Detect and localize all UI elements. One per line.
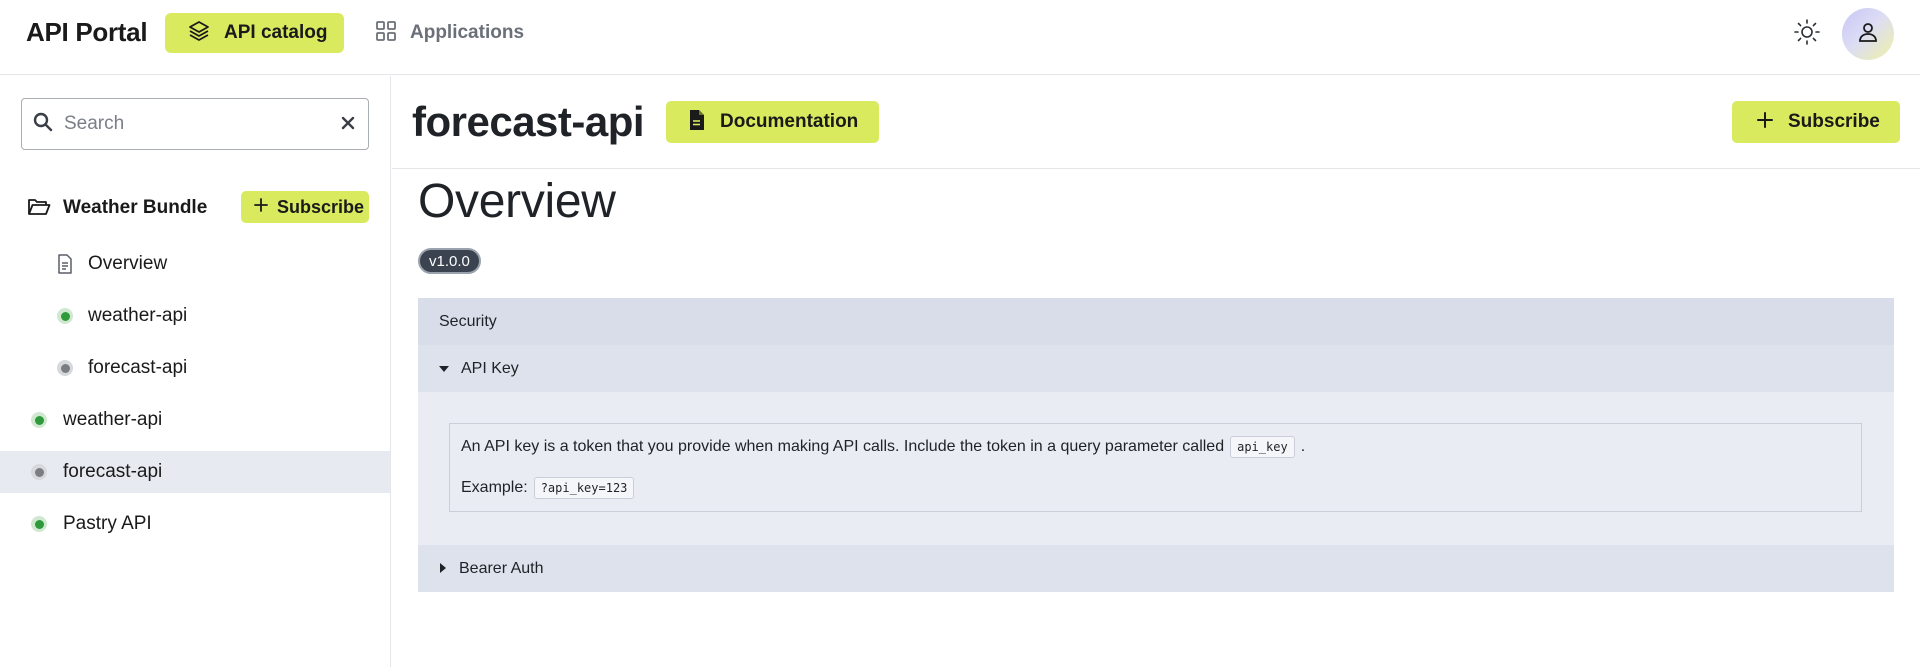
sidebar-item-weather-api[interactable]: weather-api <box>0 399 390 441</box>
search-icon <box>32 111 54 138</box>
api-key-example-line: Example: ?api_key=123 <box>461 477 635 499</box>
api-key-description: An API key is a token that you provide w… <box>461 438 1225 455</box>
subscribe-button[interactable]: Subscribe <box>1732 101 1900 143</box>
security-section: Security API Key An API key is a token t… <box>418 298 1894 592</box>
sidebar-item-forecast-api-child[interactable]: forecast-api <box>0 347 390 389</box>
status-dot-gray <box>57 360 73 376</box>
sun-icon <box>1793 18 1821 51</box>
search-input[interactable] <box>64 113 334 135</box>
status-dot-green <box>31 516 47 532</box>
bundle-name: Weather Bundle <box>63 197 208 218</box>
bearer-auth-accordion-toggle[interactable]: Bearer Auth <box>418 545 1894 592</box>
status-dot-green <box>57 308 73 324</box>
page-title: Overview <box>418 175 616 228</box>
top-navigation-bar: API Portal API catalog Applications <box>0 0 1920 75</box>
api-key-accordion-toggle[interactable]: API Key <box>418 345 1894 392</box>
documentation-label: Documentation <box>720 111 859 132</box>
documentation-button[interactable]: Documentation <box>666 101 879 143</box>
theme-toggle-button[interactable] <box>1790 17 1824 51</box>
sidebar: Weather Bundle Subscribe Overview weathe… <box>0 76 391 667</box>
caret-down-icon <box>439 360 449 378</box>
clear-search-icon[interactable] <box>338 113 358 133</box>
nav-api-catalog[interactable]: API catalog <box>165 13 344 53</box>
sidebar-item-weather-api-child[interactable]: weather-api <box>0 295 390 337</box>
example-label: Example: <box>461 479 528 496</box>
api-key-param-code: api_key <box>1230 436 1295 458</box>
bundle-subscribe-button[interactable]: Subscribe <box>241 191 369 223</box>
nav-applications-label: Applications <box>410 22 525 43</box>
user-avatar-button[interactable] <box>1842 8 1894 60</box>
nav-api-catalog-label: API catalog <box>224 22 328 43</box>
api-key-details: An API key is a token that you provide w… <box>449 423 1862 512</box>
sidebar-item-forecast-api[interactable]: forecast-api <box>0 451 390 493</box>
sidebar-item-label: weather-api <box>63 409 163 430</box>
api-title: forecast-api <box>412 98 645 145</box>
search-box <box>21 98 369 150</box>
example-code: ?api_key=123 <box>533 477 635 499</box>
sidebar-item-label: Overview <box>88 253 168 274</box>
brand-logo-text[interactable]: API Portal <box>26 17 148 48</box>
sidebar-item-overview[interactable]: Overview <box>0 243 390 285</box>
security-header: Security <box>418 298 1894 345</box>
main-content: forecast-api Documentation Subscribe Ove… <box>392 76 1920 667</box>
nav-applications[interactable]: Applications <box>374 13 524 53</box>
status-dot-green <box>31 412 47 428</box>
grid-icon <box>374 19 398 48</box>
folder-open-icon <box>27 196 51 223</box>
subscribe-label: Subscribe <box>1788 111 1880 132</box>
user-icon <box>1856 20 1880 49</box>
status-dot-gray <box>31 464 47 480</box>
api-header: forecast-api Documentation Subscribe <box>392 76 1920 169</box>
plus-icon <box>1756 111 1774 134</box>
bearer-auth-title: Bearer Auth <box>459 559 544 577</box>
version-badge: v1.0.0 <box>418 248 481 274</box>
api-key-title: API Key <box>461 359 519 377</box>
layers-icon <box>187 19 211 48</box>
sidebar-item-label: forecast-api <box>88 357 188 378</box>
sidebar-item-label: weather-api <box>88 305 188 326</box>
caret-right-icon <box>439 560 447 578</box>
bundle-subscribe-label: Subscribe <box>277 196 365 217</box>
sidebar-item-label: forecast-api <box>63 461 163 482</box>
document-icon <box>56 254 74 279</box>
description-end: . <box>1300 438 1306 455</box>
bundle-weather[interactable]: Weather Bundle Subscribe <box>0 186 390 230</box>
plus-icon <box>253 197 269 218</box>
api-key-description-line: An API key is a token that you provide w… <box>461 436 1305 458</box>
sidebar-item-label: Pastry API <box>63 513 152 534</box>
sidebar-item-pastry-api[interactable]: Pastry API <box>0 503 390 545</box>
file-icon <box>688 109 706 136</box>
